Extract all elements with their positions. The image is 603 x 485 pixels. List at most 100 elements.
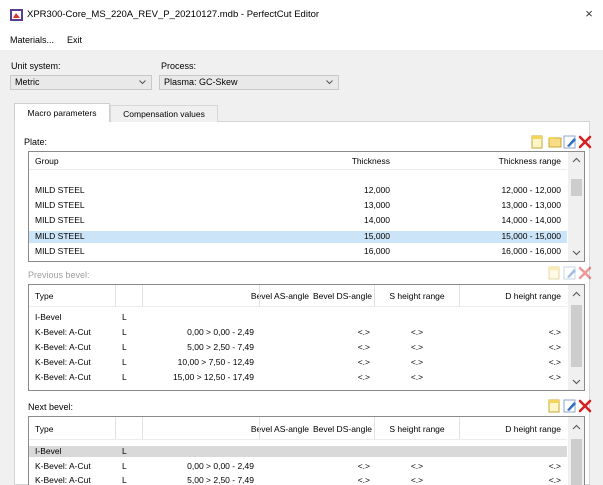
cell-thickness: 16,000	[364, 246, 390, 256]
column-header-group[interactable]: Group	[35, 156, 59, 166]
scrollbar-thumb[interactable]	[571, 439, 582, 485]
cell-thickness-range: 15,000 - 15,000	[501, 231, 561, 241]
next-bevel-scrollbar[interactable]	[567, 417, 584, 485]
cell-side: L	[122, 446, 127, 456]
cell-d-height-range: <.>	[548, 475, 561, 485]
cell-bevel-as-angle: 5,00 > 2,50 - 7,49	[187, 342, 254, 352]
plate-scrollbar[interactable]	[567, 152, 584, 261]
cell-s-height-range: <.>	[410, 372, 424, 382]
previous-bevel-section-label: Previous bevel:	[28, 270, 90, 280]
column-header-d-height-range[interactable]: D height range	[459, 291, 561, 301]
chevron-down-icon	[139, 80, 146, 85]
column-header-d-height-range[interactable]: D height range	[459, 424, 561, 434]
menu-exit[interactable]: Exit	[67, 35, 82, 45]
column-header-bevel-as-angle[interactable]: Bevel AS-angle	[159, 424, 309, 434]
open-folder-icon[interactable]	[547, 135, 563, 149]
cell-bevel-ds-angle: <.>	[357, 461, 370, 471]
cell-type: K-Bevel: A-Cut	[35, 461, 91, 471]
cell-thickness: 13,000	[364, 200, 390, 210]
tab-macro-parameters[interactable]: Macro parameters	[14, 103, 110, 122]
column-header-bevel-ds-angle[interactable]: Bevel DS-angle	[309, 291, 372, 301]
scroll-up-icon[interactable]	[572, 291, 581, 297]
cell-group: MILD STEEL	[35, 185, 85, 195]
delete-icon[interactable]	[577, 135, 593, 149]
edit-icon[interactable]	[562, 399, 578, 413]
cell-group: MILD STEEL	[35, 246, 85, 256]
new-document-icon[interactable]	[546, 399, 562, 413]
scroll-down-icon[interactable]	[572, 379, 581, 385]
next-bevel-section-label: Next bevel:	[28, 402, 74, 412]
cell-side: L	[122, 475, 127, 485]
cell-side: L	[122, 461, 127, 471]
column-header-thickness-range[interactable]: Thickness range	[409, 156, 561, 166]
cell-thickness-range: 16,000 - 16,000	[501, 246, 561, 256]
chevron-down-icon	[326, 80, 333, 85]
cell-bevel-as-angle: 10,00 > 7,50 - 12,49	[177, 357, 254, 367]
window-title: XPR300-Core_MS_220A_REV_P_20210127.mdb -…	[27, 9, 320, 20]
unit-system-value: Metric	[15, 77, 40, 87]
previous-bevel-table[interactable]: Type Bevel AS-angle Bevel DS-angle S hei…	[28, 284, 585, 391]
menu-materials[interactable]: Materials...	[10, 35, 54, 45]
delete-icon[interactable]	[577, 399, 593, 413]
scroll-down-icon[interactable]	[572, 250, 581, 256]
cell-bevel-as-angle: 15,00 > 12,50 - 17,49	[172, 372, 254, 382]
unit-system-select[interactable]: Metric	[10, 75, 152, 90]
process-label: Process:	[161, 61, 197, 71]
cell-thickness: 12,000	[364, 185, 390, 195]
cell-d-height-range: <.>	[548, 342, 561, 352]
column-header-bevel-as-angle[interactable]: Bevel AS-angle	[159, 291, 309, 301]
column-header-bevel-ds-angle[interactable]: Bevel DS-angle	[309, 424, 372, 434]
cell-bevel-as-angle: 0,00 > 0,00 - 2,49	[187, 461, 254, 471]
new-document-icon[interactable]	[529, 135, 545, 149]
cell-type: I-Bevel	[35, 446, 62, 456]
column-header-thickness[interactable]: Thickness	[209, 156, 390, 166]
column-header-s-height-range[interactable]: S height range	[379, 424, 455, 434]
cell-d-height-range: <.>	[548, 327, 561, 337]
tab-compensation-values[interactable]: Compensation values	[110, 105, 218, 122]
process-select[interactable]: Plasma: GC-Skew	[159, 75, 339, 90]
cell-s-height-range: <.>	[410, 475, 424, 485]
cell-type: K-Bevel: A-Cut	[35, 342, 91, 352]
new-document-icon[interactable]	[546, 266, 562, 280]
cell-group: MILD STEEL	[35, 215, 85, 225]
edit-icon[interactable]	[562, 266, 578, 280]
unit-system-label: Unit system:	[11, 61, 61, 71]
cell-s-height-range: <.>	[410, 342, 424, 352]
cell-type: K-Bevel: A-Cut	[35, 372, 91, 382]
column-header-type[interactable]: Type	[35, 424, 53, 434]
cell-thickness-range: 14,000 - 14,000	[501, 215, 561, 225]
selected-row-highlight	[29, 446, 568, 457]
column-header-type[interactable]: Type	[35, 291, 53, 301]
delete-icon[interactable]	[577, 266, 593, 280]
scroll-up-icon[interactable]	[572, 424, 581, 430]
cell-bevel-ds-angle: <.>	[357, 327, 370, 337]
cell-type: K-Bevel: A-Cut	[35, 357, 91, 367]
cell-group: MILD STEEL	[35, 231, 85, 241]
cell-side: L	[122, 357, 127, 367]
menu-bar	[0, 30, 603, 50]
cell-d-height-range: <.>	[548, 372, 561, 382]
scrollbar-thumb[interactable]	[571, 179, 582, 196]
cell-s-height-range: <.>	[410, 327, 424, 337]
cell-side: L	[122, 342, 127, 352]
column-header-s-height-range[interactable]: S height range	[379, 291, 455, 301]
close-button[interactable]: ×	[582, 6, 596, 22]
cell-d-height-range: <.>	[548, 461, 561, 471]
cell-type: I-Bevel	[35, 312, 62, 322]
cell-bevel-ds-angle: <.>	[357, 357, 370, 367]
cell-side: L	[122, 372, 127, 382]
cell-type: K-Bevel: A-Cut	[35, 327, 91, 337]
scrollbar-thumb[interactable]	[571, 305, 582, 367]
previous-bevel-scrollbar[interactable]	[567, 285, 584, 390]
plate-table[interactable]: Group Thickness Thickness range MILD STE…	[28, 151, 585, 262]
plate-section-label: Plate:	[24, 137, 48, 147]
cell-bevel-as-angle: 5,00 > 2,50 - 7,49	[187, 475, 254, 485]
cell-s-height-range: <.>	[410, 357, 424, 367]
next-bevel-table[interactable]: Type Bevel AS-angle Bevel DS-angle S hei…	[28, 416, 585, 485]
scroll-up-icon[interactable]	[572, 157, 581, 163]
cell-bevel-ds-angle: <.>	[357, 342, 370, 352]
edit-icon[interactable]	[562, 135, 578, 149]
cell-s-height-range: <.>	[410, 461, 424, 471]
cell-bevel-ds-angle: <.>	[357, 372, 370, 382]
cell-side: L	[122, 312, 127, 322]
